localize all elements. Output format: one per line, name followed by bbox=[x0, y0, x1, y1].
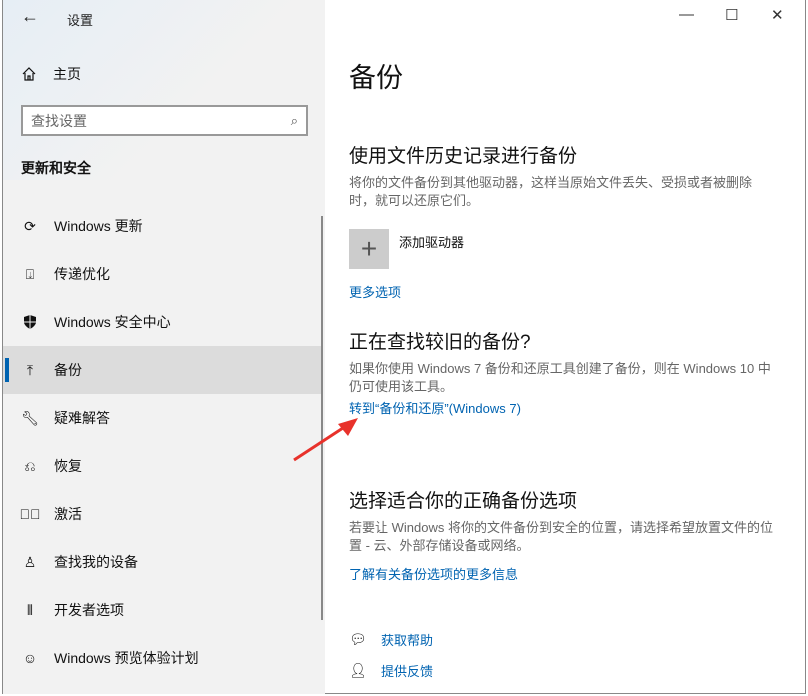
learn-more-link[interactable]: 了解有关备份选项的更多信息 bbox=[349, 564, 518, 583]
home-label: 主页 bbox=[53, 64, 81, 84]
minimize-button[interactable]: — bbox=[679, 6, 694, 23]
sidebar-item-windows-update[interactable]: ⟳ Windows 更新 bbox=[3, 202, 321, 250]
sidebar: ← 设置 主页 查找设置 ⌕ 更新和安全 ⟳ Windows 更新 ⍗ 传递优化 W… bbox=[3, 0, 325, 694]
sidebar-item-delivery-optimization[interactable]: ⍗ 传递优化 bbox=[3, 250, 321, 298]
search-input[interactable]: 查找设置 ⌕ bbox=[21, 105, 308, 136]
sidebar-item-activation[interactable]: ✓⃝ 激活 bbox=[3, 490, 321, 538]
settings-window: ← 设置 主页 查找设置 ⌕ 更新和安全 ⟳ Windows 更新 ⍗ 传递优化 W… bbox=[2, 0, 806, 694]
item-label: Windows 预览体验计划 bbox=[54, 648, 199, 668]
sidebar-nav: ⟳ Windows 更新 ⍗ 传递优化 Windows 安全中心 ⤒ 备份 🔧︎ 疑难解… bbox=[3, 202, 321, 682]
recovery-icon: ⎌ bbox=[21, 457, 39, 475]
back-button[interactable]: ← bbox=[21, 6, 39, 27]
delivery-icon: ⍗ bbox=[21, 265, 39, 283]
app-title: 设置 bbox=[67, 10, 93, 29]
sidebar-item-backup[interactable]: ⤒ 备份 bbox=[3, 346, 321, 394]
get-help-link[interactable]: 💬︎ 获取帮助 bbox=[349, 630, 433, 649]
refresh-icon: ⟳ bbox=[21, 217, 39, 235]
item-label: 激活 bbox=[54, 504, 82, 524]
file-history-desc: 将你的文件备份到其他驱动器，这样当原始文件丢失、受损或者被删除时，就可以还原它们… bbox=[349, 174, 774, 210]
item-label: 恢复 bbox=[54, 456, 82, 476]
page-title: 备份 bbox=[349, 56, 403, 95]
sidebar-item-find-my-device[interactable]: ♙ 查找我的设备 bbox=[3, 538, 321, 586]
arrow-up-icon: ⤒ bbox=[21, 361, 39, 379]
sidebar-item-troubleshoot[interactable]: 🔧︎ 疑难解答 bbox=[3, 394, 321, 442]
home-icon bbox=[21, 66, 37, 82]
tools-icon: ⫴ bbox=[21, 601, 39, 619]
item-label: 疑难解答 bbox=[54, 408, 110, 428]
search-placeholder: 查找设置 bbox=[31, 111, 87, 131]
cat-icon: ☺ bbox=[21, 649, 39, 667]
choose-backup-heading: 选择适合你的正确备份选项 bbox=[349, 486, 577, 513]
person-location-icon: ♙ bbox=[21, 553, 39, 571]
item-label: 查找我的设备 bbox=[54, 552, 138, 572]
older-backup-desc: 如果你使用 Windows 7 备份和还原工具创建了备份，则在 Windows … bbox=[349, 360, 774, 396]
feedback-link[interactable]: 👤︎ 提供反馈 bbox=[349, 661, 433, 680]
item-label: 开发者选项 bbox=[54, 600, 124, 620]
item-label: Windows 安全中心 bbox=[54, 312, 171, 332]
help-chat-icon: 💬︎ bbox=[349, 631, 369, 648]
sidebar-item-insider[interactable]: ☺ Windows 预览体验计划 bbox=[3, 634, 321, 682]
shield-icon bbox=[21, 313, 39, 331]
search-icon: ⌕ bbox=[291, 113, 298, 129]
item-label: 备份 bbox=[54, 360, 82, 380]
annotation-arrow-icon bbox=[288, 412, 368, 467]
add-drive-button[interactable]: + 添加驱动器 bbox=[349, 229, 464, 269]
sidebar-item-developer[interactable]: ⫴ 开发者选项 bbox=[3, 586, 321, 634]
plus-icon: + bbox=[349, 229, 389, 269]
maximize-button[interactable]: ☐ bbox=[725, 6, 738, 24]
close-button[interactable]: ✕ bbox=[771, 6, 784, 24]
feedback-icon: 👤︎ bbox=[349, 662, 369, 679]
more-options-link[interactable]: 更多选项 bbox=[349, 282, 401, 301]
feedback-label: 提供反馈 bbox=[381, 661, 433, 680]
file-history-heading: 使用文件历史记录进行备份 bbox=[349, 141, 577, 168]
older-backup-heading: 正在查找较旧的备份? bbox=[349, 327, 531, 354]
wrench-icon: 🔧︎ bbox=[21, 409, 39, 427]
sidebar-home[interactable]: 主页 bbox=[21, 64, 81, 84]
check-circle-icon: ✓⃝ bbox=[21, 505, 39, 523]
sidebar-item-security[interactable]: Windows 安全中心 bbox=[3, 298, 321, 346]
item-label: 传递优化 bbox=[54, 264, 110, 284]
help-label: 获取帮助 bbox=[381, 630, 433, 649]
choose-backup-desc: 若要让 Windows 将你的文件备份到安全的位置，请选择希望放置文件的位置 -… bbox=[349, 519, 774, 555]
section-heading: 更新和安全 bbox=[21, 158, 91, 178]
item-label: Windows 更新 bbox=[54, 216, 143, 236]
sidebar-item-recovery[interactable]: ⎌ 恢复 bbox=[3, 442, 321, 490]
add-drive-label: 添加驱动器 bbox=[399, 232, 464, 251]
backup-restore-link[interactable]: 转到“备份和还原”(Windows 7) bbox=[349, 398, 521, 417]
